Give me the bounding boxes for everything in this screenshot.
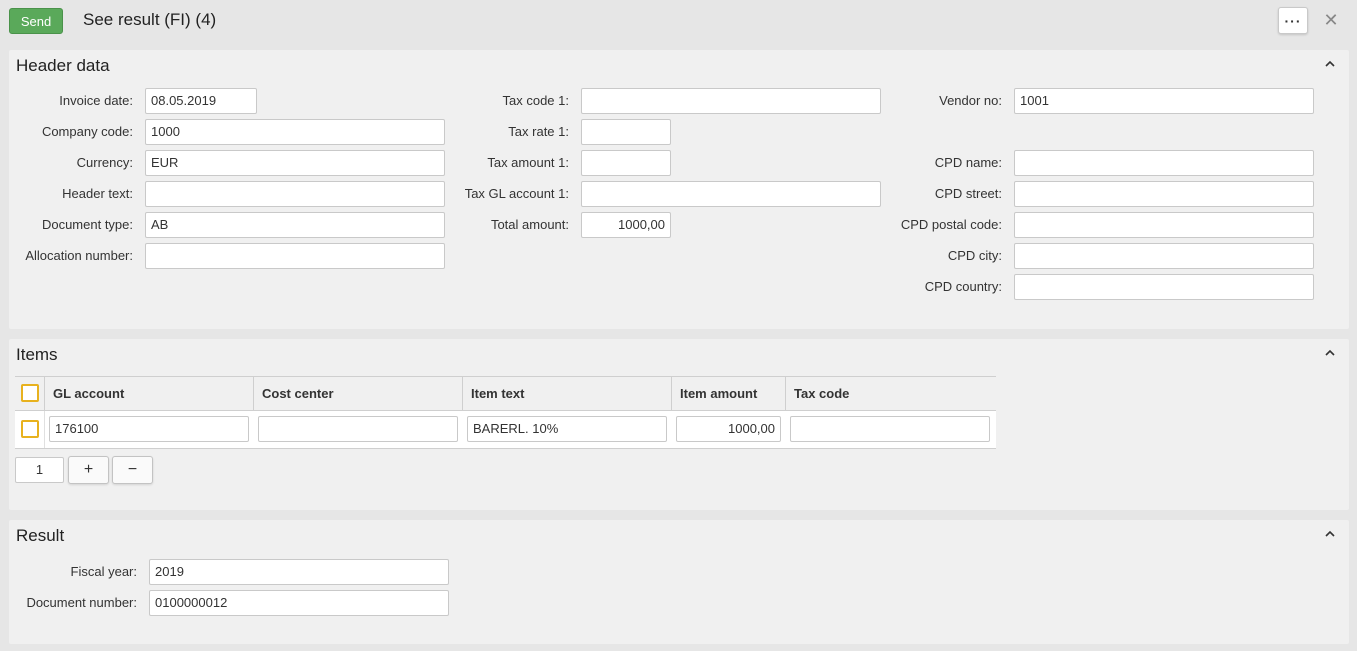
company-code-label: Company code:: [41, 124, 133, 139]
item-amount-cell[interactable]: 1000,00: [676, 416, 781, 442]
chevron-up-icon[interactable]: [1323, 56, 1337, 70]
tax-gl-account-1-field[interactable]: [581, 181, 881, 207]
select-all-checkbox[interactable]: [21, 384, 39, 402]
document-number-label: Document number:: [26, 595, 137, 610]
tax-amount-1-field[interactable]: [581, 150, 671, 176]
document-type-label: Document type:: [41, 217, 133, 232]
tax-rate-1-label: Tax rate 1:: [508, 124, 569, 139]
chevron-up-icon[interactable]: [1323, 526, 1337, 540]
document-type-field[interactable]: AB: [145, 212, 445, 238]
cpd-country-label: CPD country:: [924, 279, 1002, 294]
invoice-date-field[interactable]: 08.05.2019: [145, 88, 257, 114]
add-row-button[interactable]: +: [68, 456, 109, 484]
fiscal-year-field[interactable]: 2019: [149, 559, 449, 585]
column-item-amount[interactable]: Item amount: [672, 377, 786, 410]
gl-account-cell[interactable]: 176100: [49, 416, 249, 442]
header-text-label: Header text:: [62, 186, 133, 201]
fiscal-year-label: Fiscal year:: [70, 564, 137, 579]
vendor-no-label: Vendor no:: [939, 93, 1002, 108]
vendor-no-field[interactable]: 1001: [1014, 88, 1314, 114]
result-title: Result: [16, 526, 65, 545]
company-code-field[interactable]: 1000: [145, 119, 445, 145]
cpd-postal-code-field[interactable]: [1014, 212, 1314, 238]
row-count-field[interactable]: 1: [15, 457, 64, 483]
more-options-button[interactable]: ···: [1278, 7, 1308, 34]
allocation-number-field[interactable]: [145, 243, 445, 269]
tax-gl-account-1-label: Tax GL account 1:: [464, 186, 569, 201]
cpd-postal-code-label: CPD postal code:: [900, 217, 1002, 232]
chevron-up-icon[interactable]: [1323, 345, 1337, 359]
column-tax-code[interactable]: Tax code: [786, 377, 996, 410]
column-gl-account[interactable]: GL account: [45, 377, 254, 410]
header-text-field[interactable]: [145, 181, 445, 207]
invoice-date-label: Invoice date:: [59, 93, 133, 108]
allocation-number-label: Allocation number:: [25, 248, 133, 263]
tax-code-1-field[interactable]: [581, 88, 881, 114]
header-data-title: Header data: [16, 56, 110, 75]
remove-row-button[interactable]: −: [112, 456, 153, 484]
column-cost-center[interactable]: Cost center: [254, 377, 463, 410]
row-checkbox[interactable]: [21, 420, 39, 438]
total-amount-field[interactable]: 1000,00: [581, 212, 671, 238]
row-select-cell: [15, 411, 45, 448]
items-panel: Items GL account Cost center Item text I…: [9, 339, 1349, 510]
document-number-field[interactable]: 0100000012: [149, 590, 449, 616]
table-row: 176100 BARERL. 10% 1000,00: [15, 411, 996, 449]
items-table-header: GL account Cost center Item text Item am…: [15, 376, 996, 411]
items-title: Items: [16, 345, 58, 364]
cpd-country-field[interactable]: [1014, 274, 1314, 300]
toolbar: Send See result (FI) (4) ··· ✕: [0, 0, 1357, 42]
cpd-city-label: CPD city:: [947, 248, 1002, 263]
cost-center-cell[interactable]: [258, 416, 458, 442]
tax-amount-1-label: Tax amount 1:: [487, 155, 569, 170]
total-amount-label: Total amount:: [490, 217, 569, 232]
close-icon[interactable]: ✕: [1322, 9, 1340, 31]
tax-rate-1-field[interactable]: [581, 119, 671, 145]
cpd-city-field[interactable]: [1014, 243, 1314, 269]
cpd-street-label: CPD street:: [934, 186, 1002, 201]
select-all-column: [15, 377, 45, 410]
cpd-street-field[interactable]: [1014, 181, 1314, 207]
item-text-cell[interactable]: BARERL. 10%: [467, 416, 667, 442]
send-button[interactable]: Send: [9, 8, 63, 34]
column-item-text[interactable]: Item text: [463, 377, 672, 410]
page-title: See result (FI) (4): [83, 10, 217, 29]
tax-code-1-label: Tax code 1:: [502, 93, 570, 108]
cpd-name-field[interactable]: [1014, 150, 1314, 176]
tax-code-cell[interactable]: [790, 416, 990, 442]
currency-field[interactable]: EUR: [145, 150, 445, 176]
cpd-name-label: CPD name:: [934, 155, 1002, 170]
currency-label: Currency:: [76, 155, 133, 170]
header-data-panel: Header data Invoice date: 08.05.2019 Com…: [9, 50, 1349, 329]
result-panel: Result Fiscal year: 2019 Document number…: [9, 520, 1349, 644]
